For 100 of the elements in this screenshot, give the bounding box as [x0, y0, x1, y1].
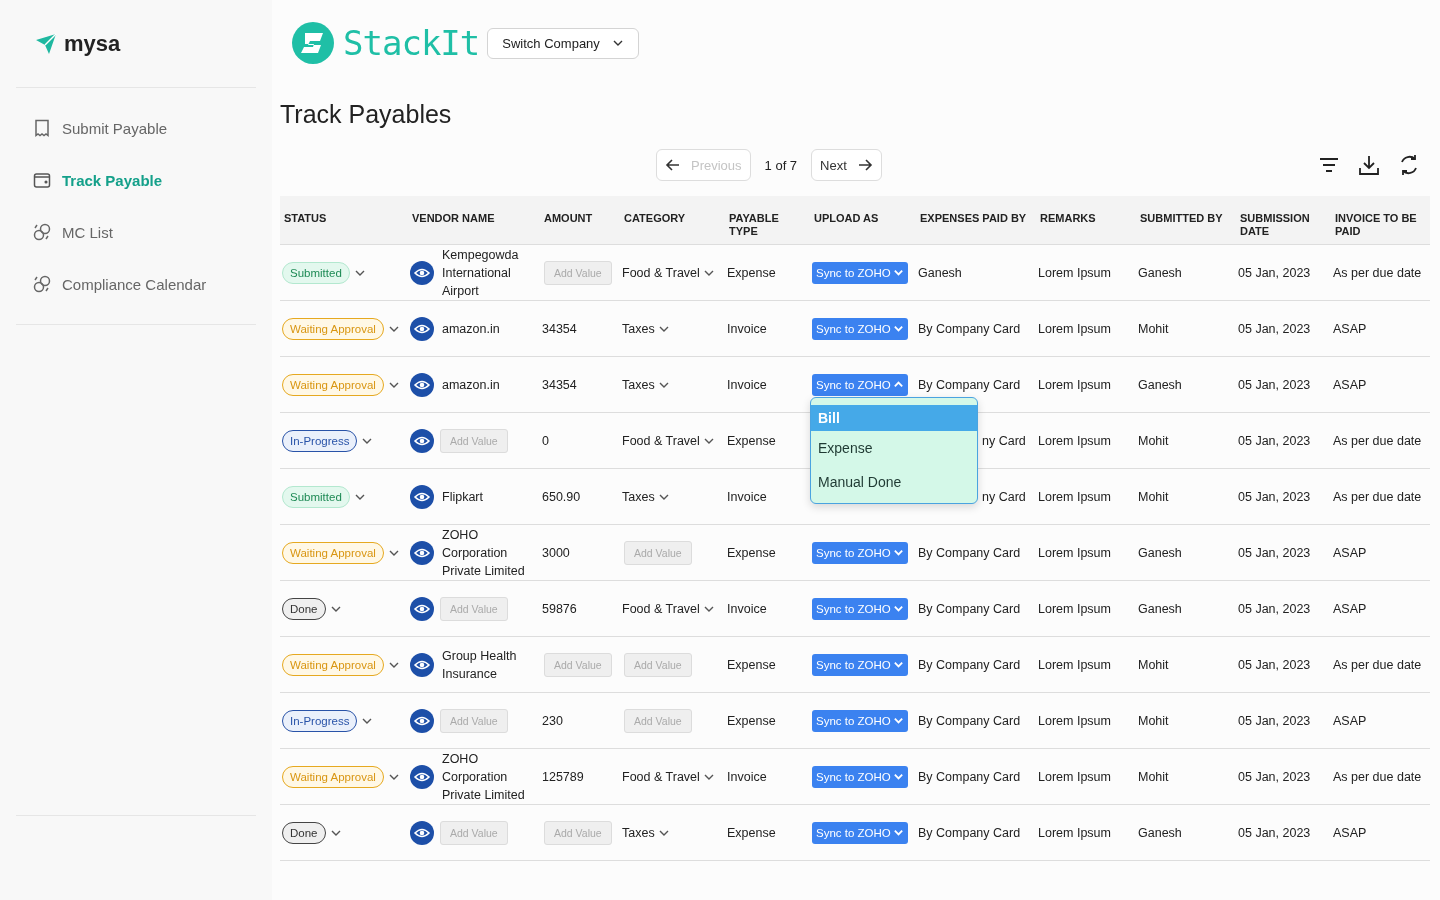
status-badge: Waiting Approval — [282, 317, 384, 340]
category-dropdown[interactable]: Food & Travel — [622, 601, 715, 616]
eye-icon[interactable] — [410, 652, 434, 677]
amount-text: 34354 — [542, 321, 577, 336]
upload-as-dropdown[interactable]: Sync to ZOHO — [812, 765, 908, 788]
column-header: REMARKS — [1039, 211, 1097, 226]
submission-date: 05 Jan, 2023 — [1238, 433, 1311, 448]
status-badge: Done — [282, 821, 326, 844]
amount-text: 3000 — [542, 545, 570, 560]
category-dropdown[interactable]: Food & Travel — [622, 769, 715, 784]
sidebar-item[interactable]: Submit Payable — [32, 106, 256, 150]
download-icon[interactable] — [1358, 154, 1380, 176]
payable-type: Invoice — [727, 377, 767, 392]
submitted-by: Ganesh — [1138, 545, 1182, 560]
submitted-by: Mohit — [1138, 769, 1169, 784]
submission-date: 05 Jan, 2023 — [1238, 825, 1311, 840]
eye-icon[interactable] — [410, 708, 434, 733]
amount-text: 59876 — [542, 601, 577, 616]
payable-type: Expense — [727, 433, 776, 448]
expenses-paid-by: By Company Card — [918, 321, 1021, 336]
remarks-text: Lorem Ipsum — [1038, 825, 1111, 840]
add-value-button[interactable]: Add Value — [544, 260, 612, 285]
linked-circles-icon — [32, 222, 52, 242]
category-dropdown[interactable]: Food & Travel — [622, 265, 715, 280]
invoice-due: ASAP — [1333, 545, 1367, 560]
payable-type: Invoice — [727, 601, 767, 616]
upload-as-dropdown[interactable]: Sync to ZOHO — [812, 709, 908, 732]
add-value-button[interactable]: Add Value — [544, 652, 612, 677]
status-badge: In-Progress — [282, 429, 358, 452]
column-header: STATUS — [283, 211, 328, 226]
column-header: CATEGORY — [623, 211, 687, 226]
refresh-icon[interactable] — [1398, 154, 1420, 176]
upload-as-dropdown[interactable]: Sync to ZOHO — [812, 317, 908, 340]
column-header: EXPENSES PAID BY — [919, 211, 1028, 226]
submitted-by: Ganesh — [1138, 265, 1182, 280]
eye-icon[interactable] — [410, 820, 434, 845]
sidebar-item[interactable]: Compliance Calendar — [32, 262, 256, 306]
sidebar-item[interactable]: MC List — [32, 210, 256, 254]
switch-company-dropdown[interactable]: Switch Company — [487, 27, 639, 59]
submitted-by: Mohit — [1138, 713, 1169, 728]
category-dropdown[interactable]: Food & Travel — [622, 433, 715, 448]
submission-date: 05 Jan, 2023 — [1238, 545, 1311, 560]
submission-date: 05 Jan, 2023 — [1238, 489, 1311, 504]
submitted-by: Mohit — [1138, 489, 1169, 504]
column-header: SUBMISSION DATE — [1239, 211, 1311, 239]
eye-icon[interactable] — [410, 764, 434, 789]
upload-as-dropdown[interactable]: Sync to ZOHO — [812, 597, 908, 620]
chevron-down-icon — [892, 323, 904, 334]
invoice-due: As per due date — [1333, 489, 1422, 504]
payable-type: Expense — [727, 545, 776, 560]
category-dropdown[interactable]: Taxes — [622, 377, 670, 392]
eye-icon[interactable] — [410, 260, 434, 285]
chevron-down-icon — [892, 771, 904, 782]
eye-icon[interactable] — [410, 540, 434, 565]
category-dropdown[interactable]: Taxes — [622, 825, 670, 840]
add-value-button[interactable]: Add Value — [624, 540, 692, 565]
add-value-button[interactable]: Add Value — [440, 820, 508, 845]
submitted-by: Ganesh — [1138, 825, 1182, 840]
column-header: UPLOAD AS — [813, 211, 880, 226]
sidebar-item[interactable]: Track Payable — [32, 158, 256, 202]
expenses-paid-by: ny Card — [982, 433, 1026, 448]
invoice-due: As per due date — [1333, 265, 1422, 280]
eye-icon[interactable] — [410, 484, 434, 509]
submission-date: 05 Jan, 2023 — [1238, 377, 1311, 392]
add-value-button[interactable]: Add Value — [544, 820, 612, 845]
arrow-right-icon — [856, 157, 873, 173]
eye-icon[interactable] — [410, 316, 434, 341]
eye-icon[interactable] — [410, 428, 434, 453]
remarks-text: Lorem Ipsum — [1038, 321, 1111, 336]
next-button[interactable]: Next — [811, 149, 882, 181]
vendor-name: Kempegowda International Airport — [441, 246, 520, 300]
eye-icon[interactable] — [410, 372, 434, 397]
eye-icon[interactable] — [410, 596, 434, 621]
status-badge: In-Progress — [282, 709, 358, 732]
category-dropdown[interactable]: Taxes — [622, 489, 670, 504]
add-value-button[interactable]: Add Value — [440, 708, 508, 733]
add-value-button[interactable]: Add Value — [624, 652, 692, 677]
amount-text: 650.90 — [542, 489, 581, 504]
expenses-paid-by: Ganesh — [918, 265, 962, 280]
upload-as-dropdown[interactable]: Sync to ZOHO — [812, 541, 908, 564]
amount-text: 230 — [542, 713, 563, 728]
status-badge: Submitted — [282, 485, 350, 508]
column-header: PAYABLE TYPE — [728, 211, 780, 239]
status-badge: Submitted — [282, 261, 350, 284]
upload-as-dropdown[interactable]: Sync to ZOHO — [812, 373, 908, 396]
menu-option[interactable]: Manual Done — [811, 465, 977, 499]
add-value-button[interactable]: Add Value — [440, 428, 508, 453]
status-badge: Waiting Approval — [282, 653, 384, 676]
menu-option[interactable]: Expense — [811, 431, 977, 465]
chevron-down-icon — [892, 603, 904, 614]
category-dropdown[interactable]: Taxes — [622, 321, 670, 336]
add-value-button[interactable]: Add Value — [624, 708, 692, 733]
upload-as-dropdown[interactable]: Sync to ZOHO — [812, 261, 908, 284]
column-header: VENDOR NAME — [411, 211, 496, 226]
add-value-button[interactable]: Add Value — [440, 596, 508, 621]
status-badge: Waiting Approval — [282, 373, 384, 396]
menu-option[interactable]: Bill — [811, 405, 977, 431]
upload-as-dropdown[interactable]: Sync to ZOHO — [812, 821, 908, 844]
upload-as-dropdown[interactable]: Sync to ZOHO — [812, 653, 908, 676]
column-header: INVOICE TO BE PAID — [1334, 211, 1418, 239]
